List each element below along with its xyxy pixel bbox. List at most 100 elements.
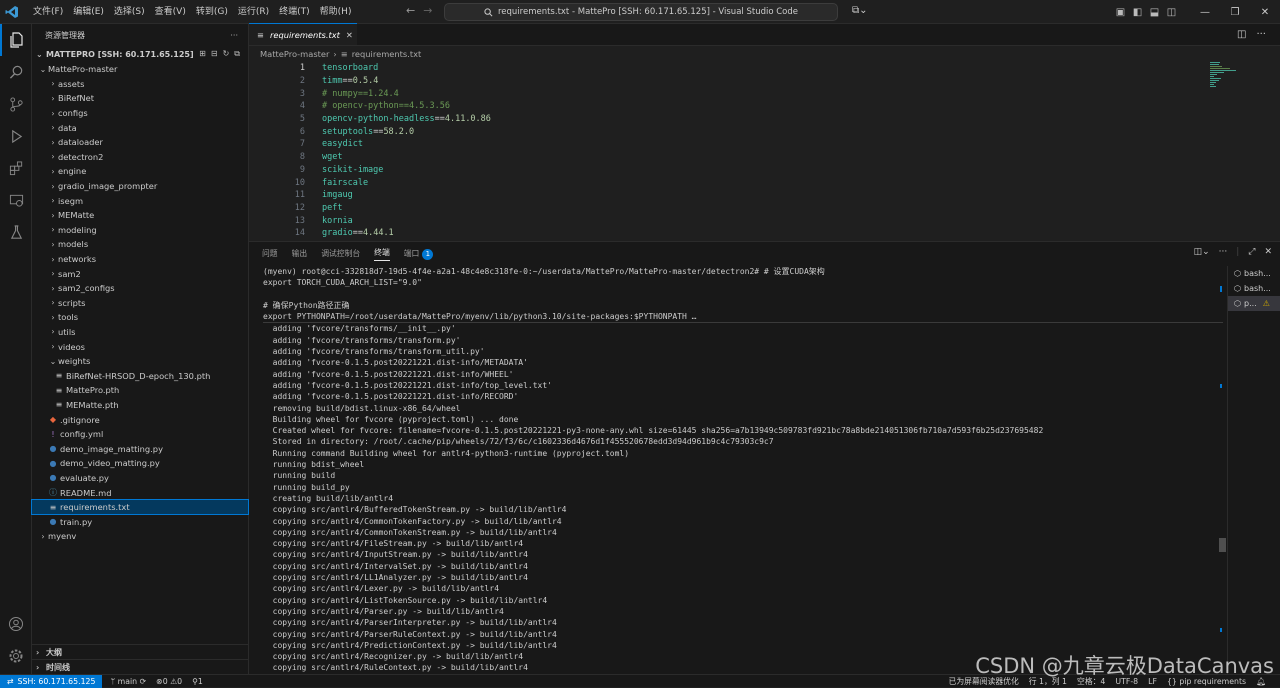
tree-file[interactable]: ⓘ README.md (32, 485, 248, 500)
editor-more-icon[interactable]: ··· (1256, 29, 1266, 40)
explorer-icon[interactable] (0, 24, 32, 56)
search-view-icon[interactable] (0, 56, 32, 88)
terminal-scrollbar[interactable] (1219, 266, 1226, 674)
panel-more-icon[interactable]: ··· (1219, 247, 1228, 257)
forward-arrow-icon[interactable]: → (423, 4, 432, 17)
panel-tab[interactable]: 端口 1 (404, 248, 434, 260)
toggle-panel-icon[interactable]: ⬓ (1146, 7, 1163, 18)
tree-folder[interactable]: › models (32, 237, 248, 252)
breadcrumb-folder[interactable]: MattePro-master (260, 49, 329, 59)
panel-tab[interactable]: 调试控制台 (321, 248, 360, 259)
run-debug-icon[interactable] (0, 120, 32, 152)
new-terminal-dropdown-icon[interactable]: ◫⌄ (1194, 247, 1210, 257)
branch-item[interactable]: ᛘ main ⟳ (110, 677, 146, 686)
tree-folder[interactable]: › modeling (32, 223, 248, 238)
tab-requirements[interactable]: ≡ requirements.txt ✕ (249, 23, 357, 45)
tree-file[interactable]: ≡ MEMatte.pth (32, 398, 248, 413)
command-center-search[interactable]: requirements.txt - MattePro [SSH: 60.171… (444, 3, 838, 21)
source-control-icon[interactable] (0, 88, 32, 120)
tree-file[interactable]: ◆ .gitignore (32, 412, 248, 427)
remote-explorer-icon[interactable] (0, 184, 32, 216)
refresh-icon[interactable]: ↻ (223, 49, 230, 59)
panel-tab[interactable]: 输出 (292, 248, 308, 259)
tree-folder[interactable]: ⌄ MattePro-master (32, 62, 248, 77)
tree-file[interactable]: ≡ requirements.txt (31, 498, 249, 516)
tree-file[interactable]: ● train.py (32, 514, 248, 529)
customize-layout-icon[interactable]: ▣ (1112, 7, 1129, 18)
tree-file[interactable]: ● demo_image_matting.py (32, 441, 248, 456)
ports-item[interactable]: ⚲1 (192, 677, 203, 686)
timeline-section[interactable]: › 时间线 (32, 659, 249, 674)
code-lines[interactable]: 1 tensorboard 2 timm==0.5.4 3 # numpy==1.24.4… (249, 62, 1280, 240)
menu-item[interactable]: 选择(S) (109, 0, 150, 24)
terminal-instance[interactable]: ⬡ bash... (1228, 266, 1280, 281)
terminal-line: export PYTHONPATH=/root/userdata/MattePr… (263, 312, 697, 322)
tree-folder[interactable]: › BiRefNet (32, 91, 248, 106)
remote-indicator[interactable]: ⇄ SSH: 60.171.65.125 (0, 674, 103, 688)
new-file-icon[interactable]: ⊞ (199, 49, 206, 59)
tree-file[interactable]: ● demo_video_matting.py (32, 456, 248, 471)
tree-folder[interactable]: › assets (32, 77, 248, 92)
menu-item[interactable]: 文件(F) (28, 0, 68, 24)
copilot-icon[interactable]: ⧉⌄ (852, 5, 868, 16)
new-folder-icon[interactable]: ⊟ (211, 49, 218, 59)
restore-icon[interactable]: ❐ (1220, 7, 1250, 18)
back-arrow-icon[interactable]: ← (406, 4, 415, 17)
panel-tab[interactable]: 问题 (262, 248, 278, 259)
extensions-icon[interactable] (0, 152, 32, 184)
tree-file[interactable]: ● evaluate.py (32, 471, 248, 486)
tree-folder[interactable]: › data (32, 120, 248, 135)
menu-item[interactable]: 运行(R) (233, 0, 274, 24)
menu-item[interactable]: 查看(V) (150, 0, 191, 24)
tree-folder[interactable]: › dataloader (32, 135, 248, 150)
code-text: timm==0.5.4 (322, 76, 379, 87)
toggle-secondary-sidebar-icon[interactable]: ◫ (1163, 7, 1180, 18)
terminal-list: ⬡ bash... ⬡ bash... ⬡ p... ⚠ (1227, 266, 1280, 674)
menu-item[interactable]: 终端(T) (274, 0, 315, 24)
close-panel-icon[interactable]: ✕ (1264, 247, 1272, 257)
maximize-panel-icon[interactable]: ⤢ (1248, 247, 1255, 257)
terminal-instance[interactable]: ⬡ p... ⚠ (1228, 296, 1280, 311)
workspace-root[interactable]: ⌄ MATTEPRO [SSH: 60.171.65.125] ⊞ ⊟ ↻ ⧉ (32, 46, 248, 62)
tree-folder[interactable]: › detectron2 (32, 150, 248, 165)
toggle-sidebar-icon[interactable]: ◧ (1129, 7, 1146, 18)
testing-icon[interactable] (0, 216, 32, 248)
close-tab-icon[interactable]: ✕ (346, 30, 353, 40)
tree-folder[interactable]: ⌄ weights (32, 354, 248, 369)
tree-folder[interactable]: › tools (32, 310, 248, 325)
watermark: CSDN @九章云极DataCanvas (975, 654, 1274, 678)
tree-folder[interactable]: › gradio_image_prompter (32, 179, 248, 194)
split-editor-icon[interactable]: ◫ (1237, 29, 1246, 40)
settings-gear-icon[interactable] (0, 640, 32, 672)
menu-item[interactable]: 转到(G) (191, 0, 233, 24)
tree-file[interactable]: ! config.yml (32, 427, 248, 442)
tree-folder[interactable]: › engine (32, 164, 248, 179)
menu-item[interactable]: 帮助(H) (315, 0, 357, 24)
problems-item[interactable]: ⊗0 ⚠0 (156, 677, 182, 686)
terminal-instance[interactable]: ⬡ bash... (1228, 281, 1280, 296)
close-icon[interactable]: ✕ (1250, 7, 1280, 18)
tree-file[interactable]: ≡ MattePro.pth (32, 383, 248, 398)
panel-tab[interactable]: 终端 (374, 247, 390, 261)
tree-folder[interactable]: › myenv (32, 529, 248, 544)
outline-section[interactable]: › 大纲 (32, 644, 249, 659)
tree-folder[interactable]: › scripts (32, 296, 248, 311)
tree-folder[interactable]: › configs (32, 106, 248, 121)
more-actions-icon[interactable]: ··· (230, 31, 238, 40)
tree-folder[interactable]: › videos (32, 339, 248, 354)
minimap[interactable] (1210, 62, 1240, 88)
tree-folder[interactable]: › isegm (32, 193, 248, 208)
breadcrumb-file[interactable]: requirements.txt (352, 49, 422, 59)
minimize-icon[interactable]: — (1190, 7, 1220, 18)
tree-folder[interactable]: › utils (32, 325, 248, 340)
tree-folder[interactable]: › sam2_configs (32, 281, 248, 296)
tree-folder[interactable]: › networks (32, 252, 248, 267)
terminal-line: copying src/antlr4/FileStream.py -> buil… (263, 539, 524, 549)
terminal-output[interactable]: (myenv) root@cci-332818d7-19d5-4f4e-a2a1… (263, 266, 1223, 674)
tree-folder[interactable]: › sam2 (32, 266, 248, 281)
menu-item[interactable]: 编辑(E) (68, 0, 109, 24)
account-icon[interactable] (0, 608, 32, 640)
tree-file[interactable]: ≡ BiRefNet-HRSOD_D-epoch_130.pth (32, 368, 248, 383)
tree-folder[interactable]: › MEMatte (32, 208, 248, 223)
collapse-all-icon[interactable]: ⧉ (234, 49, 240, 59)
